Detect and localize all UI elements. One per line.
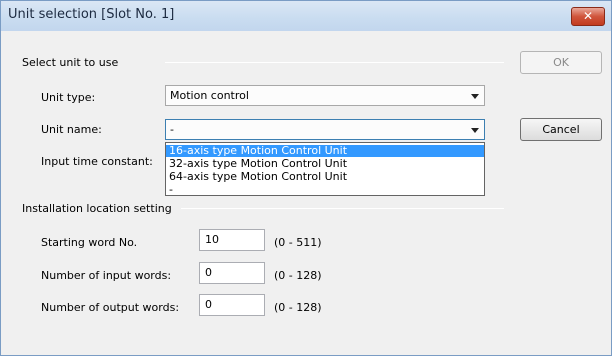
starting-word-range: (0 - 511) (274, 236, 322, 249)
unit-selection-dialog: Unit selection [Slot No. 1] ✕ Select uni… (0, 0, 612, 356)
output-words-range: (0 - 128) (274, 301, 322, 314)
chevron-down-icon (471, 128, 479, 133)
unit-type-label: Unit type: (41, 91, 96, 104)
unit-name-dropdown-list: 16-axis type Motion Control Unit 32-axis… (165, 142, 485, 196)
chevron-down-icon (471, 94, 479, 99)
select-unit-heading: Select unit to use (22, 56, 119, 69)
title-bar[interactable]: Unit selection [Slot No. 1] ✕ (1, 1, 611, 31)
dropdown-option[interactable]: 32-axis type Motion Control Unit (166, 158, 484, 170)
input-words-range: (0 - 128) (274, 269, 322, 282)
unit-name-label: Unit name: (41, 123, 102, 136)
output-words-value: 0 (205, 298, 212, 311)
starting-word-input[interactable]: 10 (199, 229, 265, 251)
ok-button[interactable]: OK (520, 51, 602, 74)
unit-type-value: Motion control (170, 89, 249, 102)
select-unit-group-line (165, 62, 504, 63)
installation-heading: Installation location setting (22, 202, 172, 215)
cancel-button[interactable]: Cancel (520, 118, 602, 141)
dropdown-option[interactable]: - (166, 184, 484, 196)
close-icon: ✕ (582, 9, 594, 23)
close-button[interactable]: ✕ (571, 7, 605, 26)
output-words-input[interactable]: 0 (199, 294, 265, 316)
dialog-title: Unit selection [Slot No. 1] (8, 7, 175, 22)
starting-word-label: Starting word No. (41, 236, 138, 249)
unit-name-value: - (170, 123, 174, 136)
dropdown-option[interactable]: 16-axis type Motion Control Unit (166, 145, 484, 157)
input-words-value: 0 (205, 266, 212, 279)
unit-name-select[interactable]: - (165, 119, 485, 140)
starting-word-value: 10 (205, 233, 219, 246)
input-words-label: Number of input words: (41, 269, 172, 282)
installation-group-line (181, 208, 504, 209)
input-time-constant-label: Input time constant: (41, 155, 153, 168)
unit-type-select[interactable]: Motion control (165, 85, 485, 106)
dropdown-option[interactable]: 64-axis type Motion Control Unit (166, 171, 484, 183)
output-words-label: Number of output words: (41, 301, 180, 314)
input-words-input[interactable]: 0 (199, 262, 265, 284)
